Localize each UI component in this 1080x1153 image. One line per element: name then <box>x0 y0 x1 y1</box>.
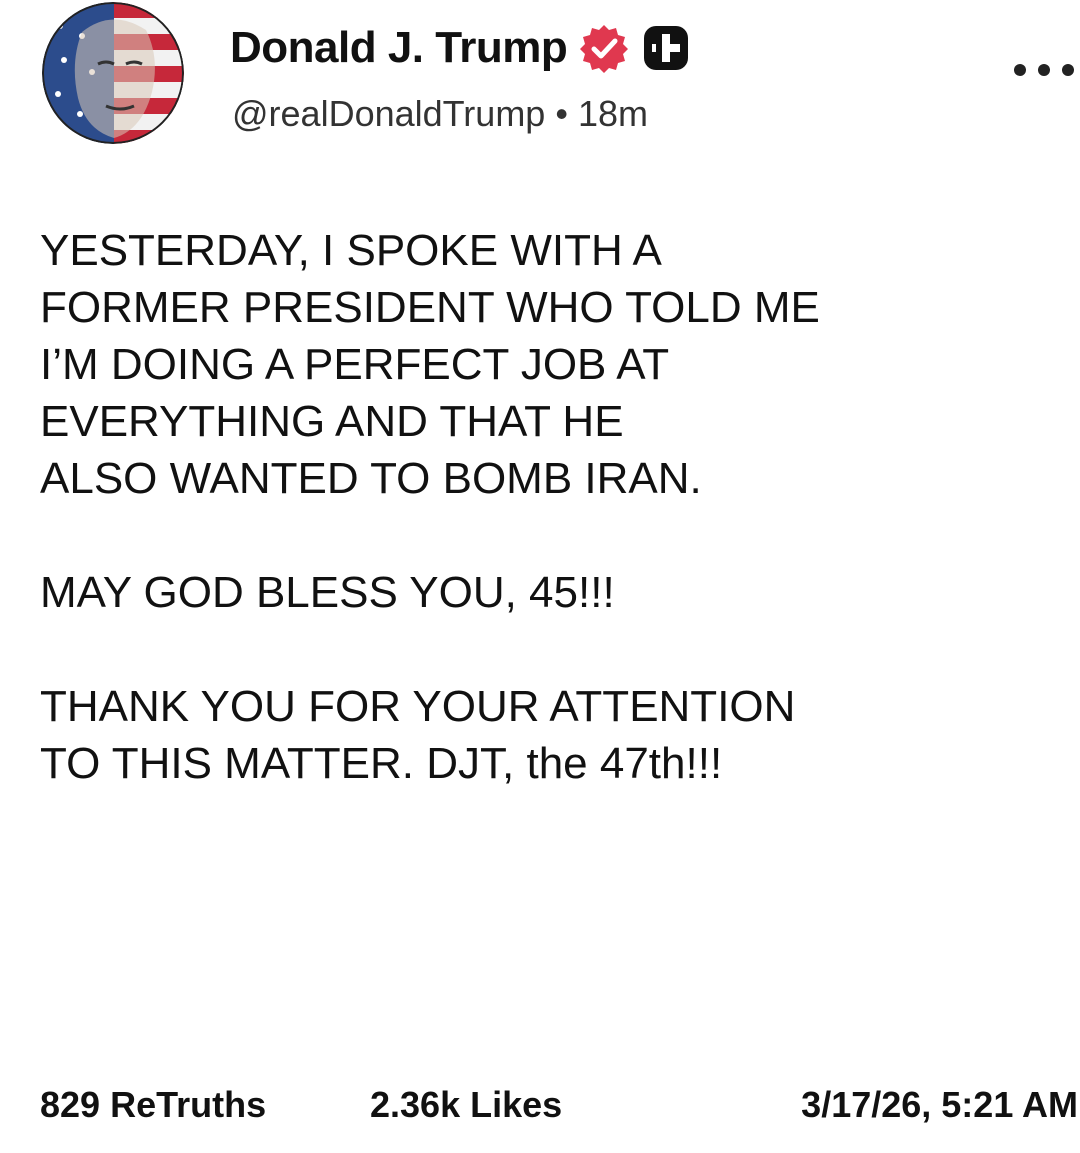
flag-portrait-avatar-icon <box>42 2 184 144</box>
display-name[interactable]: Donald J. Trump <box>230 23 568 73</box>
truth-plus-icon <box>643 25 689 71</box>
likes-count[interactable]: 2.36k Likes <box>370 1084 562 1126</box>
post-timestamp: 3/17/26, 5:21 AM <box>801 1084 1078 1125</box>
truth-post: Donald J. Trump @realDonaldTrump • 18m YES… <box>0 0 1080 1153</box>
more-dots-icon <box>1062 64 1074 76</box>
post-paragraph: MAY GOD BLESS YOU, 45!!! <box>40 568 615 617</box>
more-dots-icon <box>1014 64 1026 76</box>
more-options-button[interactable] <box>1014 56 1074 84</box>
post-stats: 829 ReTruths 2.36k Likes 3/17/26, 5:21 A… <box>40 1084 1078 1132</box>
author-name-row: Donald J. Trump <box>230 20 689 76</box>
post-body: YESTERDAY, I SPOKE WITH A FORMER PRESIDE… <box>40 222 1050 792</box>
retruths-count[interactable]: 829 ReTruths <box>40 1084 266 1126</box>
handle-line: @realDonaldTrump • 18m <box>232 93 648 135</box>
time-ago[interactable]: 18m <box>578 93 648 134</box>
handle[interactable]: @realDonaldTrump <box>232 93 545 134</box>
separator-dot: • <box>555 93 568 134</box>
post-paragraph: THANK YOU FOR YOUR ATTENTION TO THIS MAT… <box>40 682 796 788</box>
post-paragraph: YESTERDAY, I SPOKE WITH A FORMER PRESIDE… <box>40 226 820 503</box>
more-dots-icon <box>1038 64 1050 76</box>
verified-badge-icon <box>579 23 629 73</box>
avatar[interactable] <box>42 2 184 144</box>
